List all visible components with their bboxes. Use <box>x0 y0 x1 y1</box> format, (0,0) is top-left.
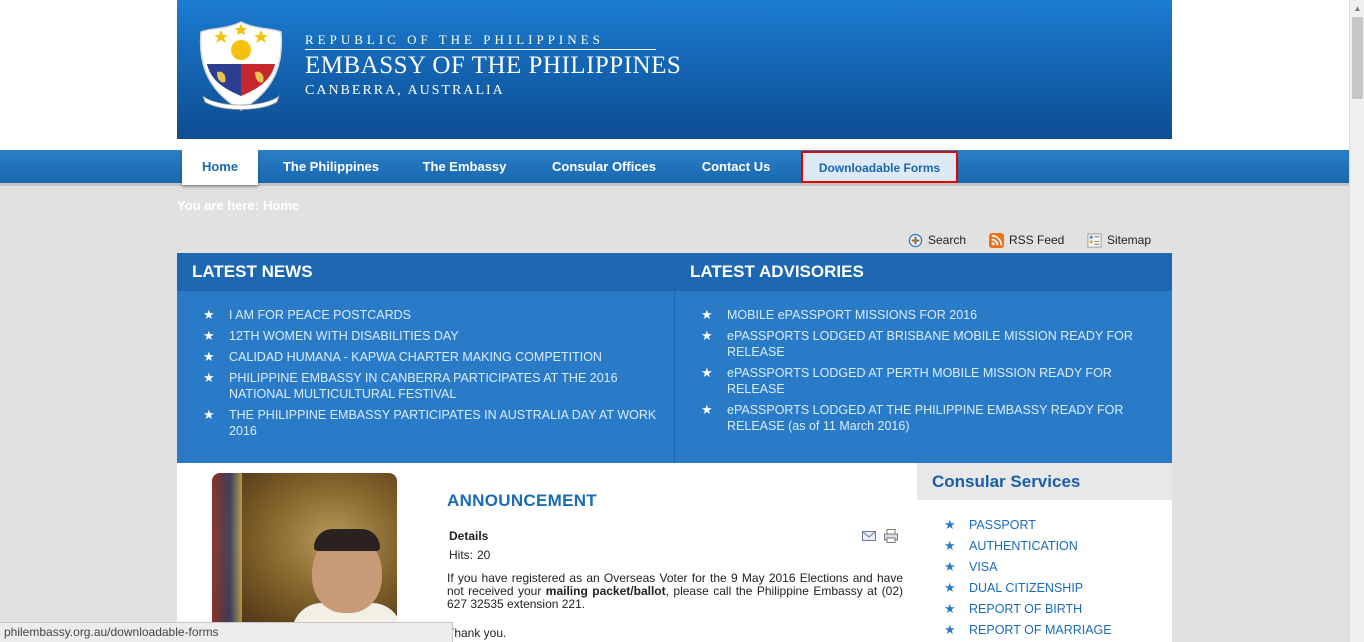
portrait-hair <box>314 529 380 551</box>
announcement-title[interactable]: ANNOUNCEMENT <box>447 491 597 511</box>
flag-backdrop <box>212 473 242 642</box>
advisory-item-label: ePASSPORTS LODGED AT BRISBANE MOBILE MIS… <box>727 329 1133 359</box>
nav-the-philippines[interactable]: The Philippines <box>276 150 386 183</box>
news-item[interactable]: ★ THE PHILIPPINE EMBASSY PARTICIPATES IN … <box>177 407 674 439</box>
rss-icon <box>989 233 1004 249</box>
hits-label: Hits: <box>449 548 473 562</box>
advisory-item[interactable]: ★ ePASSPORTS LODGED AT THE PHILIPPINE EMB… <box>675 402 1172 434</box>
hits-counter: Hits: 20 <box>449 548 494 562</box>
scroll-up-arrow-icon[interactable]: ▲ <box>1350 0 1364 17</box>
banner-location-text: CANBERRA, AUSTRALIA <box>305 83 505 98</box>
news-item[interactable]: ★ CALIDAD HUMANA - KAPWA CHARTER MAKING C… <box>177 349 674 365</box>
announcement-body-bold: mailing packet/ballot <box>545 584 666 598</box>
consular-item-label: REPORT OF MARRIAGE <box>969 623 1112 637</box>
seal-emblem-icon <box>199 21 283 111</box>
consular-item-report-of-marriage[interactable]: ★ REPORT OF MARRIAGE <box>917 622 1172 638</box>
site-banner[interactable]: REPUBLIC OF THE PHILIPPINES EMBASSY OF T… <box>177 0 1172 139</box>
nav-downloadable-forms[interactable]: Downloadable Forms <box>801 151 958 183</box>
breadcrumb-current: Home <box>263 198 300 213</box>
latest-advisories-title: LATEST ADVISORIES <box>675 253 1172 291</box>
vertical-scrollbar[interactable]: ▲ <box>1349 0 1364 642</box>
news-advisories-panel: LATEST NEWS ★ I AM FOR PEACE POSTCARDS ★ 1… <box>177 253 1172 463</box>
star-icon: ★ <box>203 307 215 322</box>
sitemap-icon <box>1087 233 1102 248</box>
banner-republic-text: REPUBLIC OF THE PHILIPPINES <box>305 32 604 47</box>
nav-consular-offices[interactable]: Consular Offices <box>543 150 665 183</box>
star-icon: ★ <box>944 580 956 595</box>
banner-divider <box>305 49 656 50</box>
breadcrumb: You are here: Home <box>177 198 303 213</box>
latest-news-list: ★ I AM FOR PEACE POSTCARDS ★ 12TH WOMEN WI… <box>177 291 674 439</box>
email-icon[interactable] <box>862 531 876 541</box>
latest-news-section: LATEST NEWS ★ I AM FOR PEACE POSTCARDS ★ 1… <box>177 253 674 463</box>
star-icon: ★ <box>203 328 215 343</box>
hits-value: 20 <box>477 548 491 562</box>
banner-embassy-text: EMBASSY OF THE PHILIPPINES <box>305 52 682 79</box>
star-icon: ★ <box>944 559 956 574</box>
consular-item-authentication[interactable]: ★ AUTHENTICATION <box>917 538 1172 554</box>
sitemap-link[interactable]: Sitemap <box>1087 232 1151 248</box>
nav-home[interactable]: Home <box>182 150 258 185</box>
president-portrait <box>212 473 397 642</box>
details-label: Details <box>449 529 489 543</box>
consular-item-visa[interactable]: ★ VISA <box>917 559 1172 575</box>
consular-item-label: VISA <box>969 560 998 574</box>
search-link[interactable]: Search <box>908 232 966 248</box>
advisory-item-label: ePASSPORTS LODGED AT THE PHILIPPINE EMBA… <box>727 403 1124 433</box>
star-icon: ★ <box>944 538 956 553</box>
consular-item-label: PASSPORT <box>969 518 1036 532</box>
sitemap-label: Sitemap <box>1107 233 1152 247</box>
star-icon: ★ <box>701 402 713 417</box>
consular-services-panel: Consular Services ★ PASSPORT ★ AUTHENTICAT… <box>917 463 1172 642</box>
consular-item-dual-citizenship[interactable]: ★ DUAL CITIZENSHIP <box>917 580 1172 596</box>
advisory-item[interactable]: ★ ePASSPORTS LODGED AT BRISBANE MOBILE MI… <box>675 328 1172 360</box>
status-bar-url: philembassy.org.au/downloadable-forms <box>0 622 453 642</box>
search-link-label: Search <box>928 233 967 247</box>
consular-services-title: Consular Services <box>917 463 1172 500</box>
star-icon: ★ <box>701 307 713 322</box>
rss-feed-link[interactable]: RSS Feed <box>989 232 1065 249</box>
consular-services-list: ★ PASSPORT ★ AUTHENTICATION ★ VISA ★ DUAL CI… <box>917 500 1172 638</box>
search-icon <box>908 234 923 248</box>
news-item-label: PHILIPPINE EMBASSY IN CANBERRA PARTICIPA… <box>229 371 618 401</box>
advisory-item[interactable]: ★ MOBILE ePASSPORT MISSIONS FOR 2016 <box>675 307 1172 323</box>
star-icon: ★ <box>203 370 215 385</box>
rss-feed-label: RSS Feed <box>1009 233 1065 247</box>
star-icon: ★ <box>944 517 956 532</box>
star-icon: ★ <box>701 365 713 380</box>
announcement-thanks: Thank you. <box>447 626 507 640</box>
print-icon[interactable] <box>884 529 898 543</box>
latest-advisories-section: LATEST ADVISORIES ★ MOBILE ePASSPORT MISS… <box>675 253 1172 463</box>
latest-news-title: LATEST NEWS <box>177 253 674 291</box>
news-item[interactable]: ★ 12TH WOMEN WITH DISABILITIES DAY <box>177 328 674 344</box>
star-icon: ★ <box>203 407 215 422</box>
advisory-item-label: MOBILE ePASSPORT MISSIONS FOR 2016 <box>727 308 978 322</box>
consular-item-label: AUTHENTICATION <box>969 539 1078 553</box>
scroll-thumb[interactable] <box>1352 17 1363 99</box>
news-item[interactable]: ★ PHILIPPINE EMBASSY IN CANBERRA PARTICIP… <box>177 370 674 402</box>
news-item-label: 12TH WOMEN WITH DISABILITIES DAY <box>229 329 459 343</box>
star-icon: ★ <box>944 601 956 616</box>
news-item[interactable]: ★ I AM FOR PEACE POSTCARDS <box>177 307 674 323</box>
news-item-label: I AM FOR PEACE POSTCARDS <box>229 308 411 322</box>
latest-advisories-list: ★ MOBILE ePASSPORT MISSIONS FOR 2016 ★ ePA… <box>675 291 1172 434</box>
consular-item-label: REPORT OF BIRTH <box>969 602 1083 616</box>
advisory-item-label: ePASSPORTS LODGED AT PERTH MOBILE MISSIO… <box>727 366 1112 396</box>
banner-title-block: REPUBLIC OF THE PHILIPPINES EMBASSY OF T… <box>305 32 681 100</box>
news-item-label: THE PHILIPPINE EMBASSY PARTICIPATES IN A… <box>229 408 657 438</box>
consular-item-label: DUAL CITIZENSHIP <box>969 581 1084 595</box>
advisory-item[interactable]: ★ ePASSPORTS LODGED AT PERTH MOBILE MISSI… <box>675 365 1172 397</box>
star-icon: ★ <box>701 328 713 343</box>
consular-item-passport[interactable]: ★ PASSPORT <box>917 517 1172 533</box>
nav-contact-us[interactable]: Contact Us <box>690 150 782 183</box>
star-icon: ★ <box>944 622 956 637</box>
news-item-label: CALIDAD HUMANA - KAPWA CHARTER MAKING CO… <box>229 350 602 364</box>
star-icon: ★ <box>203 349 215 364</box>
nav-the-embassy[interactable]: The Embassy <box>412 150 517 183</box>
consular-item-report-of-birth[interactable]: ★ REPORT OF BIRTH <box>917 601 1172 617</box>
breadcrumb-prefix: You are here: <box>177 198 260 213</box>
announcement-body: If you have registered as an Overseas Vo… <box>447 572 903 611</box>
